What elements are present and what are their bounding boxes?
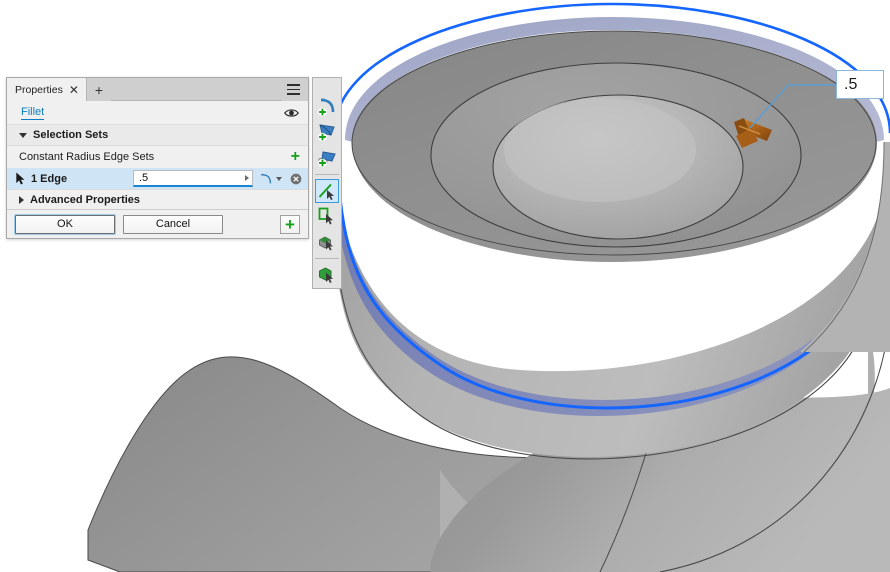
select-feature-tool[interactable] bbox=[315, 229, 339, 253]
fillet-edge-add-icon bbox=[318, 98, 335, 117]
fillet-radius-callout[interactable]: .5 bbox=[836, 70, 884, 99]
add-edge-fillet-tool[interactable] bbox=[315, 95, 339, 119]
fillet-curve-icon bbox=[261, 173, 272, 183]
hamburger-menu-icon[interactable] bbox=[282, 78, 308, 101]
edge-set-row[interactable]: 1 Edge .5 bbox=[7, 168, 308, 189]
panel-tab-strip: Properties ✕ + bbox=[7, 78, 308, 101]
constant-radius-edge-sets-row: Constant Radius Edge Sets + bbox=[7, 146, 308, 168]
fillet-type-button[interactable] bbox=[260, 170, 282, 187]
delete-circle-icon[interactable] bbox=[290, 173, 302, 185]
add-edge-set-button[interactable]: + bbox=[291, 149, 300, 165]
dialog-button-bar: OK Cancel + bbox=[7, 210, 308, 238]
ok-button[interactable]: OK bbox=[14, 213, 116, 235]
add-face-fillet-tool[interactable] bbox=[315, 120, 339, 144]
toolbar-divider bbox=[315, 257, 339, 259]
feature-name-link[interactable]: Fillet bbox=[21, 106, 45, 120]
radius-input[interactable]: .5 bbox=[133, 170, 253, 187]
section-advanced-properties-label: Advanced Properties bbox=[30, 193, 141, 206]
cad-application-window: .5 Properties ✕ + Fillet Selection Sets … bbox=[0, 0, 890, 572]
constant-radius-edge-sets-label: Constant Radius Edge Sets bbox=[19, 151, 155, 163]
section-advanced-properties[interactable]: Advanced Properties bbox=[7, 189, 308, 210]
select-face-tool[interactable] bbox=[315, 204, 339, 228]
select-body-tool[interactable] bbox=[315, 263, 339, 287]
cursor-arrow-icon bbox=[16, 172, 25, 185]
add-full-round-fillet-tool[interactable] bbox=[315, 146, 339, 170]
plus-icon[interactable]: + bbox=[86, 78, 111, 101]
chevron-right-icon bbox=[19, 195, 24, 204]
toolbar-divider bbox=[315, 173, 339, 175]
properties-panel: Properties ✕ + Fillet Selection Sets Con… bbox=[6, 77, 309, 239]
tab-strip-spacer bbox=[110, 78, 282, 100]
callout-value: .5 bbox=[844, 75, 858, 93]
cancel-button[interactable]: Cancel bbox=[123, 214, 223, 234]
select-face-icon bbox=[318, 207, 333, 225]
plus-icon: + bbox=[285, 214, 295, 234]
selection-tool-rail bbox=[312, 77, 342, 289]
chevron-down-icon bbox=[19, 132, 27, 138]
feature-title-row: Fillet bbox=[7, 101, 308, 125]
tab-properties[interactable]: Properties ✕ bbox=[7, 78, 87, 101]
close-icon[interactable]: ✕ bbox=[69, 84, 79, 96]
caret-right-icon[interactable] bbox=[245, 175, 249, 181]
add-selection-set-button[interactable]: + bbox=[280, 214, 300, 234]
edge-count-label: 1 Edge bbox=[31, 172, 68, 185]
fillet-full-round-add-icon bbox=[318, 151, 336, 168]
tab-properties-label: Properties bbox=[15, 83, 63, 96]
select-body-icon bbox=[319, 267, 333, 283]
select-edge-icon bbox=[318, 183, 334, 200]
select-feature-icon bbox=[319, 236, 333, 251]
chevron-down-icon[interactable] bbox=[276, 176, 282, 181]
fillet-face-add-icon bbox=[318, 124, 335, 142]
section-selection-sets-label: Selection Sets bbox=[33, 129, 109, 141]
section-selection-sets[interactable]: Selection Sets bbox=[7, 125, 308, 146]
eye-icon[interactable] bbox=[284, 107, 299, 119]
select-edge-tool[interactable] bbox=[315, 178, 339, 204]
radius-input-value: .5 bbox=[139, 172, 149, 184]
